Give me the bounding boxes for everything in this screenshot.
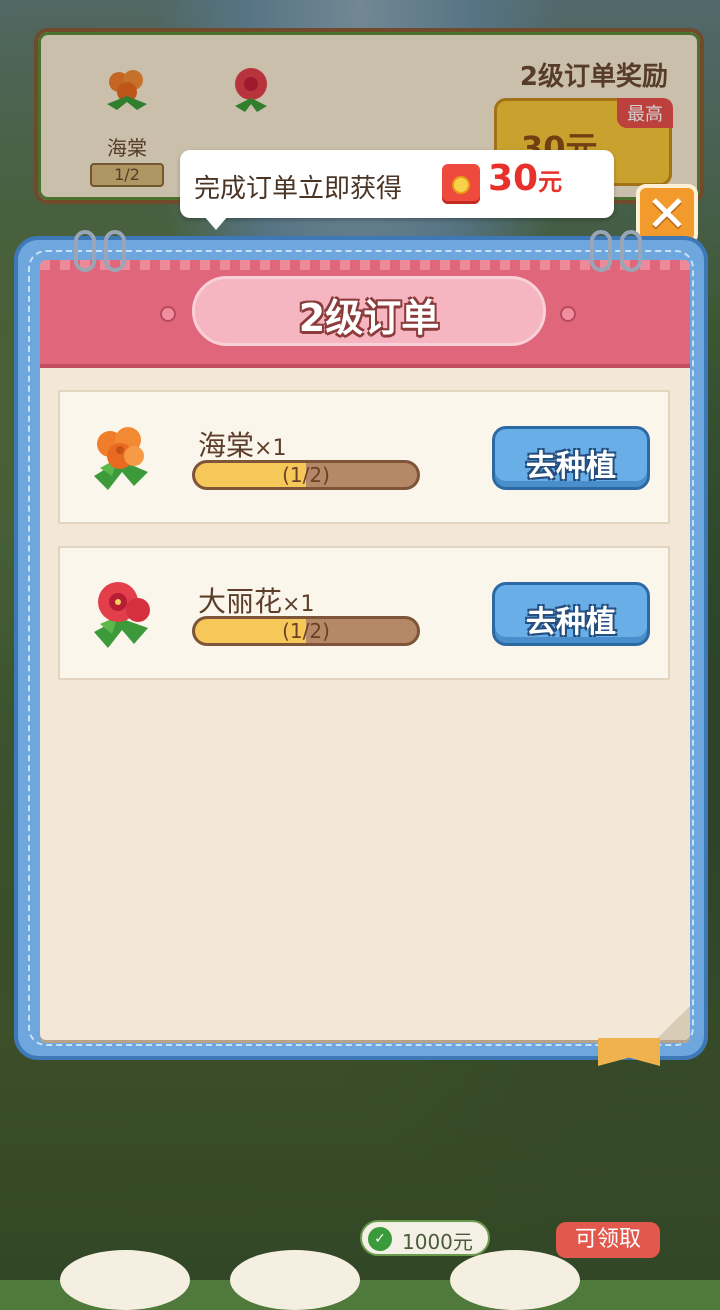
decor-dot <box>160 306 176 322</box>
binder-ring <box>590 230 612 272</box>
order-item-name: 海棠×1 <box>198 429 287 462</box>
page-corner-fold <box>656 1006 690 1040</box>
order-row-dahlia: 大丽花×1 (1/2) 去种植 <box>58 546 670 680</box>
go-plant-label: 去种植 <box>526 449 616 484</box>
order-progress-bar: (1/2) <box>192 616 420 646</box>
go-plant-button[interactable]: 去种植 <box>492 426 650 490</box>
title-pill: 2级订单 <box>192 276 546 346</box>
order-row-haitang: 海棠×1 (1/2) 去种植 <box>58 390 670 524</box>
progress-text: (1/2) <box>282 619 330 643</box>
binder-ring <box>104 230 126 272</box>
hud-button[interactable] <box>450 1250 580 1310</box>
haitang-flower-icon <box>94 427 148 490</box>
tooltip-amount: 30元 <box>488 158 563 199</box>
order-item-name: 大丽花×1 <box>198 585 315 618</box>
tooltip-text: 完成订单立即获得 <box>194 174 403 204</box>
go-plant-button[interactable]: 去种植 <box>492 582 650 646</box>
binder-ring <box>74 230 96 272</box>
reward-tooltip: 完成订单立即获得 30元 <box>180 150 614 230</box>
order-progress-bar: (1/2) <box>192 460 420 490</box>
progress-text: (1/2) <box>282 463 330 487</box>
dahlia-flower-icon <box>94 582 150 648</box>
go-plant-label: 去种植 <box>526 605 616 640</box>
binder-ring <box>620 230 642 272</box>
wechat-icon: ✓ <box>368 1227 392 1251</box>
balance-pill[interactable]: ✓ 1000元 <box>360 1220 490 1256</box>
hud-button[interactable] <box>230 1250 360 1310</box>
hud-button[interactable] <box>60 1250 190 1310</box>
order-dialog: 2级订单 海棠×1 (1/2) 去种植 大丽花×1 (1/2) 去种植 <box>14 230 708 1060</box>
red-envelope-icon <box>442 164 480 204</box>
order-sheet: 2级订单 海棠×1 (1/2) 去种植 大丽花×1 (1/2) 去种植 <box>40 260 690 1040</box>
balance-text: 1000元 <box>402 1230 473 1254</box>
order-sheet-header: 2级订单 <box>40 260 690 368</box>
close-button[interactable]: ✕ <box>636 184 698 244</box>
dialog-title: 2级订单 <box>298 296 440 340</box>
decor-dot <box>560 306 576 322</box>
claim-button[interactable]: 可领取 <box>556 1222 660 1258</box>
close-icon: ✕ <box>646 185 688 243</box>
